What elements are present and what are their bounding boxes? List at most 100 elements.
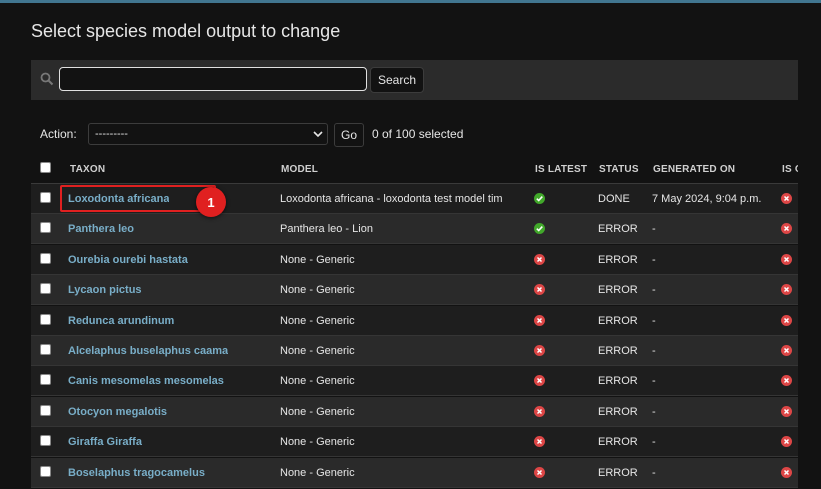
cross-icon [534,405,545,417]
taxon-link[interactable]: Giraffa Giraffa [68,436,142,448]
cross-icon [781,466,792,478]
model-cell: None - Generic [280,405,355,418]
actions-bar: Action: --------- Go 0 of 100 selected [31,122,798,147]
status-cell: DONE [598,193,630,205]
cross-icon [781,345,792,356]
row-checkbox[interactable] [40,374,51,386]
generated-on-cell: - [652,405,656,418]
action-select[interactable]: --------- [88,123,328,145]
cross-icon [781,375,792,387]
model-cell: None - Generic [280,284,355,297]
model-cell: None - Generic [280,314,355,327]
cross-icon [781,284,792,296]
cross-icon [781,436,792,448]
search-button[interactable]: Search [370,67,424,93]
model-cell: None - Generic [280,466,355,479]
model-cell: None - Generic [280,253,355,266]
taxon-link[interactable]: Boselaphus tragocamelus [68,467,205,479]
cross-icon [781,405,792,417]
row-checkbox[interactable] [40,192,51,203]
table-row: Redunca arundinum None - Generic ERROR - [31,305,798,336]
row-checkbox[interactable] [40,435,51,447]
search-input[interactable] [59,67,367,91]
status-cell: ERROR [598,284,638,297]
row-checkbox[interactable] [40,344,51,355]
cross-icon [534,314,545,326]
chevron-down-icon [313,129,323,142]
cross-icon [781,223,792,235]
generated-on-cell: - [652,253,656,266]
table-row: Panthera leo Panthera leo - Lion ERROR - [31,214,798,245]
taxon-link[interactable]: Otocyon megalotis [68,406,167,418]
check-icon [534,193,545,204]
cross-icon [534,253,545,265]
generated-on-cell: 7 May 2024, 9:04 p.m. [652,193,762,205]
model-cell: None - Generic [280,436,355,449]
cross-icon [534,436,545,448]
search-icon [40,72,54,86]
cross-icon [534,345,545,356]
column-model[interactable]: MODEL [281,164,318,175]
status-cell: ERROR [598,345,638,357]
check-icon [534,223,545,235]
model-cell: None - Generic [280,345,355,357]
cross-icon [781,253,792,265]
model-cell: Loxodonta africana - loxodonta test mode… [280,193,503,205]
taxon-link[interactable]: Canis mesomelas mesomelas [68,375,224,387]
model-cell: None - Generic [280,375,355,388]
status-cell: ERROR [598,436,638,449]
taxon-link[interactable]: Lycaon pictus [68,284,142,296]
column-status[interactable]: STATUS [599,164,639,175]
row-checkbox[interactable] [40,283,51,295]
action-label: Action: [40,127,77,141]
row-checkbox[interactable] [40,313,51,325]
search-bar: Search [31,60,798,100]
action-select-value: --------- [95,128,128,140]
go-button[interactable]: Go [334,123,364,147]
top-accent-bar [0,0,821,3]
table-row: Lycaon pictus None - Generic ERROR - [31,275,798,306]
row-checkbox[interactable] [40,465,51,477]
taxon-link[interactable]: Ourebia ourebi hastata [68,254,188,266]
generated-on-cell: - [652,284,656,297]
status-cell: ERROR [598,223,638,236]
step-marker: 1 [196,187,226,217]
table-row: Boselaphus tragocamelus None - Generic ERR… [31,457,798,488]
table-header: TAXON MODEL IS LATEST STATUS GENERATED O… [31,153,798,184]
status-cell: ERROR [598,314,638,327]
row-checkbox[interactable] [40,252,51,264]
taxon-link[interactable]: Redunca arundinum [68,315,174,327]
generated-on-cell: - [652,314,656,327]
row-checkbox[interactable] [40,404,51,416]
select-all-checkbox[interactable] [40,162,51,173]
cross-icon [781,314,792,326]
column-is-latest[interactable]: IS LATEST [535,164,587,175]
status-cell: ERROR [598,405,638,418]
generated-on-cell: - [652,436,656,449]
taxon-link[interactable]: Alcelaphus buselaphus caama [68,345,228,357]
generated-on-cell: - [652,345,656,357]
cross-icon [534,375,545,387]
column-is-o[interactable]: IS O [782,164,798,175]
status-cell: ERROR [598,466,638,479]
taxon-link[interactable]: Panthera leo [68,223,134,235]
status-cell: ERROR [598,375,638,388]
generated-on-cell: - [652,223,656,236]
table-row: Otocyon megalotis None - Generic ERROR - [31,396,798,427]
table-row: Alcelaphus buselaphus caama None - Generi… [31,336,798,366]
highlight-box [60,185,216,212]
row-checkbox[interactable] [40,222,51,234]
cross-icon [781,193,792,204]
cross-icon [534,466,545,478]
generated-on-cell: - [652,466,656,479]
cross-icon [534,284,545,296]
page-title: Select species model output to change [31,21,341,41]
column-taxon[interactable]: TAXON [70,164,105,175]
model-cell: Panthera leo - Lion [280,223,373,236]
table-row: Ourebia ourebi hastata None - Generic ERRO… [31,244,798,275]
status-cell: ERROR [598,253,638,266]
column-generated-on[interactable]: GENERATED ON [653,164,735,175]
table-row: Giraffa Giraffa None - Generic ERROR - [31,427,798,458]
table-row: Canis mesomelas mesomelas None - Generic E… [31,366,798,397]
generated-on-cell: - [652,375,656,388]
